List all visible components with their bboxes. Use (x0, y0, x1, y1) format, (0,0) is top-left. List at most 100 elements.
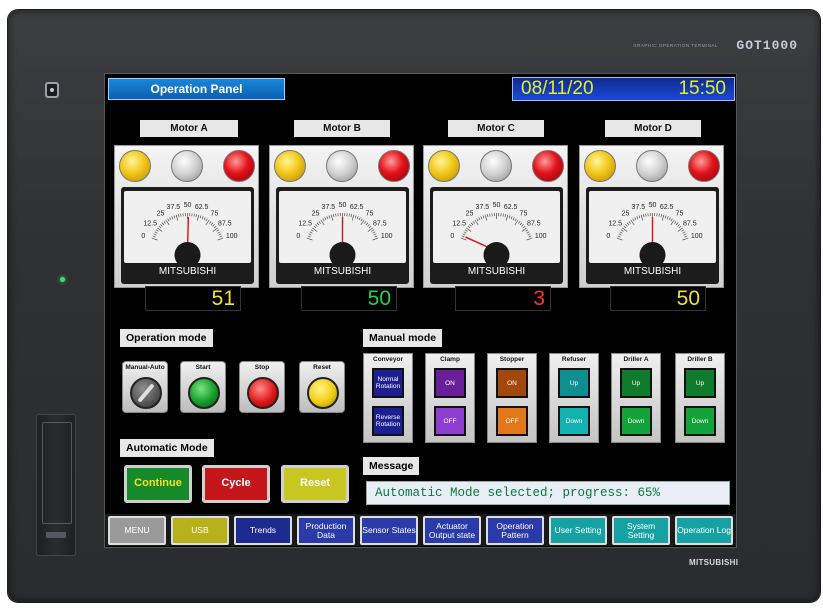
cycle-button[interactable]: Cycle (202, 465, 270, 503)
manual-auto-switch[interactable]: Manual-Auto (122, 361, 168, 413)
gauge-brand: MITSUBISHI (467, 266, 526, 277)
auto-reset-button[interactable]: Reset (281, 465, 349, 503)
gauge-tick (664, 215, 667, 219)
gauge-tick (219, 235, 223, 238)
gauge-tick (668, 217, 671, 221)
gauge-scale-label: 62.5 (504, 204, 518, 211)
menu-actuator-output-state-button[interactable]: Actuator Output state (423, 516, 481, 545)
gauge-tick (195, 214, 197, 218)
operation-mode-label: Operation mode (120, 329, 213, 347)
gauge-scale-label: 50 (649, 202, 657, 209)
start-button[interactable]: Start (180, 361, 226, 413)
gauge-tick (478, 217, 481, 221)
gauge-tick (508, 215, 511, 219)
gray-lamp-icon (480, 150, 512, 182)
gauge-tick (482, 215, 485, 219)
gauge-brand: MITSUBISHI (313, 266, 372, 277)
reset-pushbutton[interactable]: Reset (299, 361, 345, 413)
stop-button[interactable]: Stop (239, 361, 285, 413)
gauge-tick (677, 224, 680, 227)
menu-operation-log-button[interactable]: Operation Log (675, 516, 733, 545)
gauge-tick (684, 235, 688, 238)
manual-bottom-button[interactable]: Down (684, 406, 716, 436)
gauge-tick (152, 235, 156, 238)
manual-top-button[interactable]: Up (684, 368, 716, 398)
manual-top-button[interactable]: ON (496, 368, 528, 398)
gauge-tick (171, 216, 174, 220)
manual-group-label: Stopper (499, 356, 525, 363)
gauge-tick (212, 224, 215, 227)
menu-menu-button[interactable]: MENU (108, 516, 166, 545)
gauge-scale-label: 100 (226, 233, 238, 240)
gauge-tick (682, 231, 686, 234)
motor-value-readout: 3 (455, 286, 551, 311)
gauge-scale-label: 0 (450, 233, 454, 240)
menu-system-setting-button[interactable]: System Setting (612, 516, 670, 545)
gauge-scale-label: 0 (141, 233, 145, 240)
gauge-tick (307, 235, 311, 238)
message-display: Automatic Mode selected; progress: 65% (366, 481, 730, 505)
gauge-tick (205, 218, 208, 222)
gauge-tick (309, 231, 313, 234)
gauge-tick (675, 222, 679, 226)
gauge-tick (218, 233, 222, 236)
button-label: Start (195, 364, 211, 371)
manual-bottom-button[interactable]: OFF (496, 406, 528, 436)
gauge-tick (326, 216, 329, 220)
menu-sensor-states-button[interactable]: Sensor States (360, 516, 418, 545)
gauge-tick (502, 213, 504, 217)
gauge-tick (658, 213, 660, 217)
gauge-scale-label: 37.5 (632, 204, 646, 211)
menu-trends-button[interactable]: Trends (234, 516, 292, 545)
manual-bottom-button[interactable]: Down (558, 406, 590, 436)
gauge-tick (318, 221, 321, 224)
gauge-tick (351, 214, 355, 221)
motor-value-readout: 50 (301, 286, 397, 311)
motor-label: Motor D (605, 120, 701, 137)
manual-top-button[interactable]: Up (558, 368, 590, 398)
gauge-tick (528, 235, 532, 238)
gauge-tick (201, 216, 204, 220)
gauge-scale-label: 0 (296, 233, 300, 240)
gauge-tick (158, 225, 162, 229)
gauge-tick (463, 231, 467, 234)
usb-cover-slot[interactable] (36, 414, 76, 556)
gauge-tick (358, 217, 361, 221)
manual-bottom-button[interactable]: OFF (434, 406, 466, 436)
manual-group-conveyor: Conveyor Normal Rotation Reverse Rotation (363, 353, 413, 443)
gauge-tick (616, 237, 623, 241)
gauge-tick (154, 231, 158, 234)
menu-operation-pattern-button[interactable]: Operation Pattern (486, 516, 544, 545)
manual-top-button[interactable]: Normal Rotation (372, 368, 404, 398)
gauge-scale-label: 12.5 (452, 220, 466, 227)
gauge-scale-label: 62.5 (350, 204, 364, 211)
gauge-scale-label: 87.5 (373, 220, 387, 227)
gauge-tick (173, 215, 176, 219)
manual-bottom-button[interactable]: Down (620, 406, 652, 436)
gauge-tick (472, 221, 475, 224)
gauge-tick (151, 237, 158, 241)
menu-user-setting-button[interactable]: User Setting (549, 516, 607, 545)
gauge-tick (619, 231, 623, 234)
gauge-scale-label: 37.5 (167, 204, 181, 211)
manual-top-button[interactable]: Up (620, 368, 652, 398)
gauge-tick (525, 229, 529, 232)
manual-group-label: Driller B (687, 356, 713, 363)
gauge-scale-label: 50 (184, 202, 192, 209)
manual-bottom-button[interactable]: Reverse Rotation (372, 406, 404, 436)
menu-usb-button[interactable]: USB (171, 516, 229, 545)
yellow-lamp-icon (274, 150, 306, 182)
menu-production-data-button[interactable]: Production Data (297, 516, 355, 545)
gauge-brand: MITSUBISHI (158, 266, 217, 277)
gauge-tick (196, 214, 200, 221)
red-lamp-icon (378, 150, 410, 182)
gauge-tick (160, 224, 163, 227)
gauge-scale-label: 75 (676, 210, 684, 217)
gauge-tick (180, 213, 182, 217)
red-lamp-icon (223, 150, 255, 182)
gauge-tick (640, 214, 644, 221)
continue-button[interactable]: Continue (124, 465, 192, 503)
manual-top-button[interactable]: ON (434, 368, 466, 398)
gauge-tick (521, 224, 524, 227)
brand-logo: GOT1000 (736, 38, 798, 53)
